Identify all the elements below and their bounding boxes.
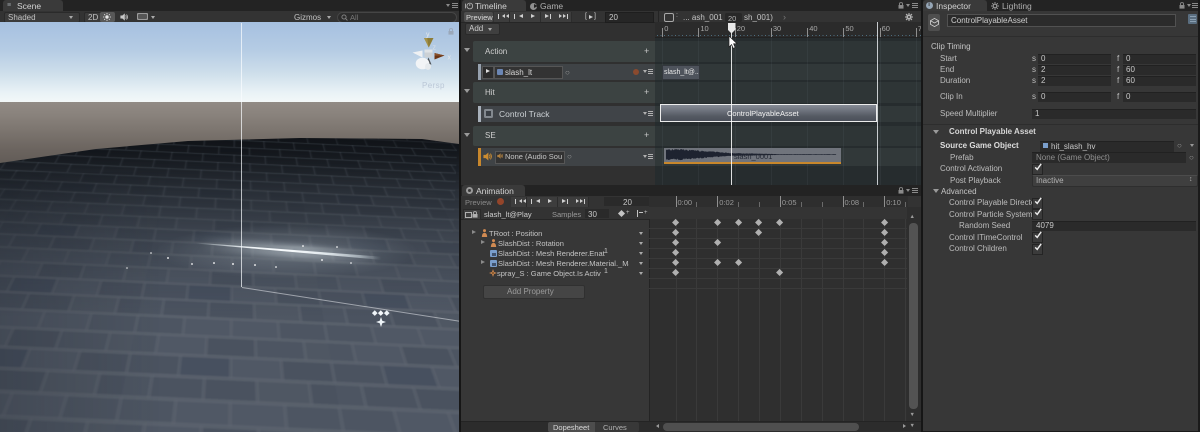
svg-text:y: y — [426, 32, 430, 39]
svg-text:x: x — [448, 55, 452, 62]
svg-text:z: z — [433, 45, 437, 52]
